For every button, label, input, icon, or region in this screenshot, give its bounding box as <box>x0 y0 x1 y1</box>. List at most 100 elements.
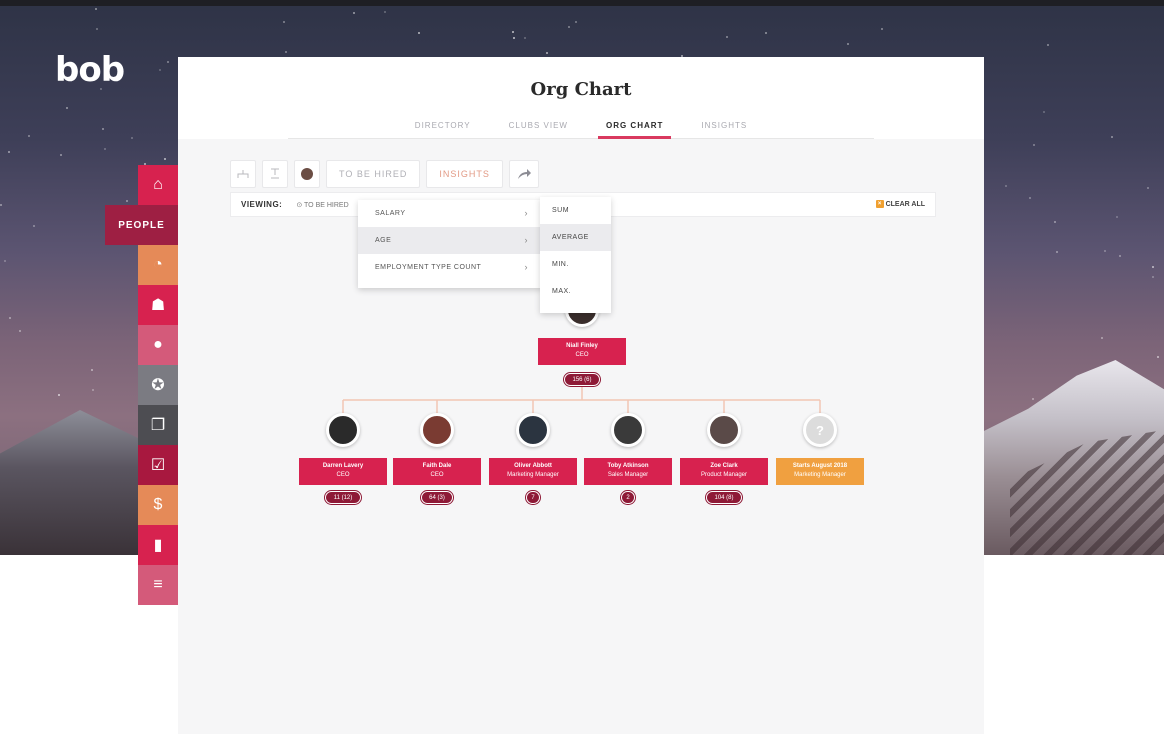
star <box>524 37 526 39</box>
sidebar-button-settings-sliders[interactable]: ≡ <box>138 565 178 605</box>
submenu-item-min[interactable]: MIN. <box>540 251 611 278</box>
employee-node-card[interactable]: Faith Dale CEO <box>393 458 481 485</box>
money-icon: $ <box>153 496 163 513</box>
star <box>131 137 133 139</box>
star <box>0 204 2 206</box>
employee-node-card[interactable]: Toby Atkinson Sales Manager <box>584 458 672 485</box>
headcount-pill[interactable]: 2 <box>621 491 635 504</box>
submenu-item-sum[interactable]: SUM <box>540 197 611 224</box>
sidebar-button-user-group[interactable]: ☗ <box>138 285 178 325</box>
root-headcount-pill[interactable]: 156 (6) <box>564 373 600 386</box>
node-title: CEO <box>430 472 444 478</box>
star <box>19 330 21 332</box>
node-title: Sales Manager <box>607 472 649 478</box>
org-chart <box>342 387 821 414</box>
menu-item-label: EMPLOYMENT TYPE COUNT <box>375 264 482 271</box>
employee-avatar[interactable] <box>707 413 741 447</box>
star <box>726 36 728 38</box>
sidebar-button-tasks[interactable]: ☑ <box>138 445 178 485</box>
root-node-card[interactable]: Niall Finley CEO <box>538 338 626 365</box>
node-title: Product Manager <box>700 472 748 478</box>
star <box>9 317 11 319</box>
node-name: Darren Lavery <box>322 463 364 469</box>
award-icon: ✪ <box>151 377 165 394</box>
home-icon: ⌂ <box>153 176 163 193</box>
employee-node-card[interactable]: Zoe Clark Product Manager <box>680 458 768 485</box>
sidebar-button-timer[interactable]: ◔ <box>138 245 178 285</box>
star <box>167 61 169 63</box>
star <box>568 26 570 28</box>
star <box>575 21 577 23</box>
submenu-item-max[interactable]: MAX. <box>540 278 611 305</box>
node-name: Starts August 2018 <box>792 463 848 469</box>
menu-item-employment-type-count[interactable]: EMPLOYMENT TYPE COUNT › <box>358 254 542 281</box>
star <box>1119 255 1121 257</box>
sidebar-button-money[interactable]: $ <box>138 485 178 525</box>
star <box>66 107 68 109</box>
age-submenu: SUM AVERAGE MIN. MAX. <box>540 197 611 313</box>
star <box>1054 221 1056 223</box>
star <box>285 51 287 53</box>
chevron-right-icon: › <box>524 208 528 218</box>
employee-avatar[interactable] <box>516 413 550 447</box>
employee-node-card[interactable]: Darren Lavery CEO <box>299 458 387 485</box>
star <box>384 11 386 13</box>
star <box>1033 144 1035 146</box>
sidebar-button-chat[interactable]: ● <box>138 325 178 365</box>
star <box>102 128 104 130</box>
star <box>1116 216 1118 218</box>
star <box>1152 266 1154 268</box>
star <box>1032 398 1034 400</box>
star <box>1147 187 1149 189</box>
employee-avatar[interactable] <box>420 413 454 447</box>
headcount-pill[interactable]: 64 (3) <box>421 491 453 504</box>
node-title: Marketing Manager <box>507 472 559 478</box>
main-panel: Org Chart DIRECTORY CLUBS VIEW ORG CHART… <box>178 57 984 734</box>
documents-icon: ❐ <box>150 417 166 434</box>
settings-sliders-icon: ≡ <box>153 576 163 593</box>
star <box>1047 44 1049 46</box>
star <box>1152 276 1154 278</box>
star <box>546 52 548 54</box>
node-name: Oliver Abbott <box>514 463 552 469</box>
tasks-icon: ☑ <box>150 457 166 474</box>
user-group-icon: ☗ <box>150 297 166 314</box>
submenu-item-average[interactable]: AVERAGE <box>540 224 611 251</box>
employee-node-card[interactable]: Oliver Abbott Marketing Manager <box>489 458 577 485</box>
star <box>847 43 849 45</box>
headcount-pill[interactable]: 11 (12) <box>325 491 361 504</box>
headcount-pill[interactable]: 104 (8) <box>706 491 742 504</box>
star <box>512 31 514 33</box>
menu-item-label: AGE <box>375 237 392 244</box>
node-name: Toby Atkinson <box>607 463 649 469</box>
sidebar-button-analytics[interactable]: ▮ <box>138 525 178 565</box>
chevron-right-icon: › <box>524 262 528 272</box>
sidebar-button-award[interactable]: ✪ <box>138 365 178 405</box>
star <box>164 158 166 160</box>
page: bob PEOPLE ⌂ ◔ ☗ ● ✪ ❐ ☑ $ ▮ ≡ Org Chart DIRECTOR… <box>0 0 1164 734</box>
star <box>126 200 128 202</box>
star <box>104 148 106 150</box>
star <box>1101 337 1103 339</box>
headcount-pill[interactable]: 7 <box>526 491 540 504</box>
star <box>96 28 98 30</box>
star <box>418 32 420 34</box>
star <box>60 154 62 156</box>
star <box>91 369 93 371</box>
employee-avatar[interactable]: ? <box>803 413 837 447</box>
star <box>33 225 35 227</box>
star <box>765 32 767 34</box>
insights-menu: SALARY › AGE › EMPLOYMENT TYPE COUNT › <box>358 200 542 288</box>
sidebar-button-home[interactable]: ⌂ <box>138 165 178 205</box>
sidebar-button-documents[interactable]: ❐ <box>138 405 178 445</box>
star <box>283 21 285 23</box>
timer-icon: ◔ <box>153 256 163 273</box>
bob-logo[interactable]: bob <box>55 50 125 90</box>
employee-avatar[interactable] <box>326 413 360 447</box>
employee-node-card[interactable]: Starts August 2018 Marketing Manager <box>776 458 864 485</box>
star <box>92 389 94 391</box>
node-name: Niall Finley <box>566 343 598 349</box>
menu-item-salary[interactable]: SALARY › <box>358 200 542 227</box>
employee-avatar[interactable] <box>611 413 645 447</box>
menu-item-age[interactable]: AGE › <box>358 227 542 254</box>
